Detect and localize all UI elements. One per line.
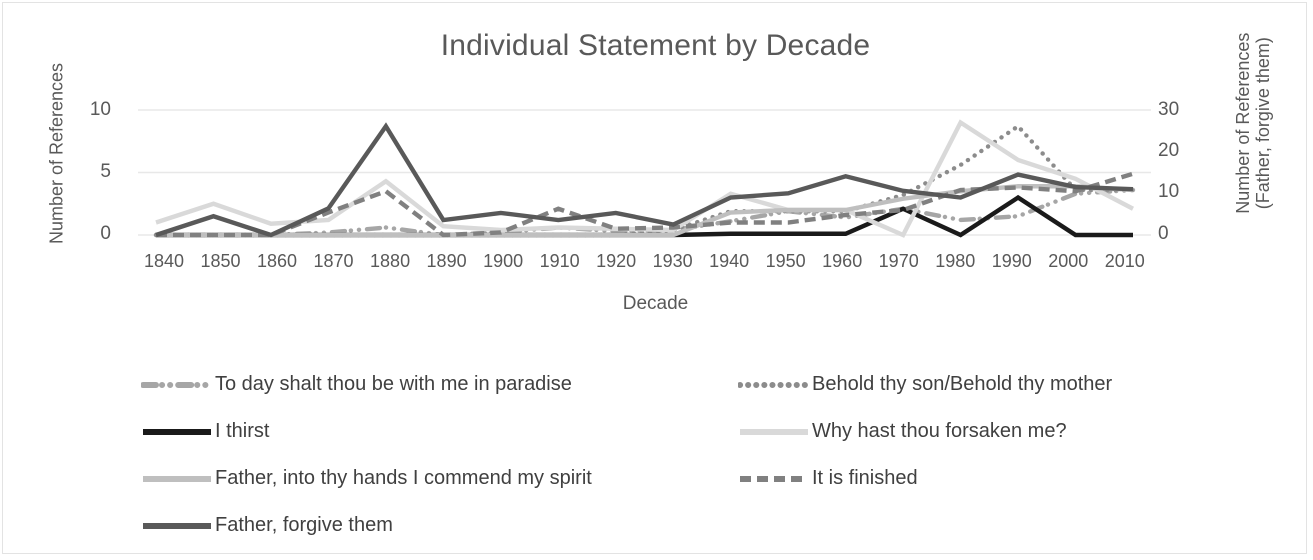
legend-entry[interactable]: Why hast thou forsaken me? bbox=[738, 420, 1067, 443]
y-tick-left-5: 5 bbox=[100, 161, 111, 182]
legend-row: Father, into thy hands I commend my spir… bbox=[141, 455, 1151, 502]
y-tick-right-0: 0 bbox=[1158, 223, 1169, 244]
x-tick-label: 1980 bbox=[935, 251, 976, 271]
legend-swatch-icon bbox=[141, 472, 213, 486]
x-tick-label: 1990 bbox=[991, 251, 1032, 271]
legend-swatch-icon bbox=[141, 519, 213, 533]
x-tick-label: 1970 bbox=[878, 251, 919, 271]
x-tick-label: 1940 bbox=[709, 251, 750, 271]
legend-row: Father, forgive them bbox=[141, 502, 1151, 549]
x-tick-label: 2010 bbox=[1104, 251, 1145, 271]
x-axis-tick-labels: 1840 1850 1860 1870 1880 1890 1900 1910 1920 1930… bbox=[138, 251, 1151, 272]
x-tick-label: 1860 bbox=[257, 251, 298, 271]
x-tick-label: 1950 bbox=[765, 251, 806, 271]
series-line bbox=[156, 171, 1134, 238]
y-tick-left-10: 10 bbox=[89, 99, 111, 120]
legend-swatch-icon bbox=[738, 425, 810, 439]
chart-title: Individual Statement by Decade bbox=[440, 29, 871, 62]
legend-entry[interactable]: Father, into thy hands I commend my spir… bbox=[141, 467, 738, 490]
legend-swatch-icon bbox=[738, 378, 810, 392]
legend-label: I thirst bbox=[215, 420, 270, 442]
legend-entry[interactable]: Father, forgive them bbox=[141, 514, 393, 537]
y-axis-right-title-line2: (Father, forgive them) bbox=[1253, 37, 1273, 210]
legend-row: I thirst Why hast thou forsaken me? bbox=[141, 408, 1151, 455]
x-tick-label: 1880 bbox=[370, 251, 411, 271]
legend-swatch-icon bbox=[738, 472, 810, 486]
x-tick-label: 2000 bbox=[1048, 251, 1089, 271]
legend-entry[interactable]: To day shalt thou be with me in paradise bbox=[141, 373, 738, 396]
legend-label: It is finished bbox=[812, 467, 918, 489]
x-tick-label: 1850 bbox=[200, 251, 241, 271]
y-tick-right-30: 30 bbox=[1158, 99, 1180, 120]
plot-area bbox=[138, 103, 1151, 240]
x-tick-label: 1900 bbox=[483, 251, 524, 271]
chart-legend: To day shalt thou be with me in paradise… bbox=[141, 361, 1151, 549]
x-tick-label: 1920 bbox=[596, 251, 637, 271]
x-tick-label: 1840 bbox=[143, 251, 185, 271]
legend-label: Why hast thou forsaken me? bbox=[812, 420, 1067, 442]
x-tick-label: 1890 bbox=[426, 251, 467, 271]
y-axis-left-title: Number of References bbox=[46, 62, 67, 245]
plot-svg bbox=[138, 109, 1151, 238]
x-tick-label: 1960 bbox=[822, 251, 863, 271]
legend-row: To day shalt thou be with me in paradise… bbox=[141, 361, 1151, 408]
y-tick-right-10: 10 bbox=[1158, 181, 1180, 202]
legend-label: Behold thy son/Behold thy mother bbox=[812, 373, 1113, 395]
legend-entry[interactable]: Behold thy son/Behold thy mother bbox=[738, 373, 1112, 396]
y-axis-right-title-line1: Number of References bbox=[1232, 32, 1253, 214]
legend-entry[interactable]: It is finished bbox=[738, 467, 918, 490]
y-axis-right-title: Number of References (Father, forgive th… bbox=[1233, 0, 1273, 263]
chart-container: Individual Statement by Decade Number of… bbox=[2, 2, 1307, 554]
legend-label: To day shalt thou be with me in paradise bbox=[215, 373, 572, 395]
x-tick-label: 1910 bbox=[539, 251, 580, 271]
legend-label: Father, forgive them bbox=[215, 514, 393, 536]
x-axis-title: Decade bbox=[622, 293, 689, 314]
legend-label: Father, into thy hands I commend my spir… bbox=[215, 467, 592, 489]
y-tick-left-0: 0 bbox=[100, 223, 111, 244]
x-tick-label: 1870 bbox=[313, 251, 354, 271]
x-tick-label: 1930 bbox=[652, 251, 693, 271]
legend-entry[interactable]: I thirst bbox=[141, 420, 738, 443]
y-tick-right-20: 20 bbox=[1158, 140, 1180, 161]
legend-swatch-icon bbox=[141, 378, 213, 392]
legend-swatch-icon bbox=[141, 425, 213, 439]
